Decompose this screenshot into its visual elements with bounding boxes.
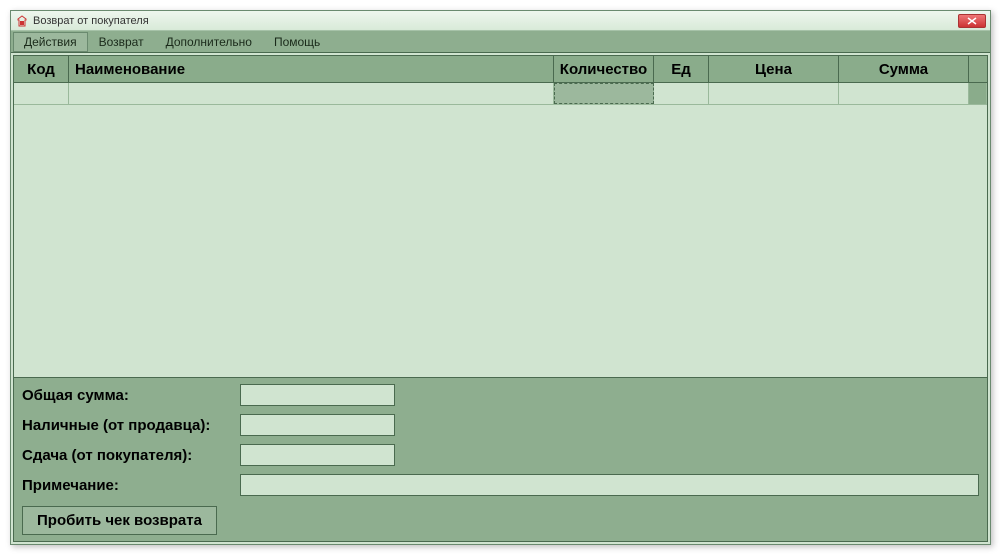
menubar: Действия Возврат Дополнительно Помощь [11, 31, 990, 53]
app-icon [15, 14, 29, 28]
input-cash[interactable] [240, 414, 395, 436]
col-header-qty[interactable]: Количество [554, 56, 654, 82]
submit-return-button[interactable]: Пробить чек возврата [22, 506, 217, 535]
menu-return[interactable]: Возврат [88, 32, 155, 52]
cell-code[interactable] [14, 83, 69, 104]
row-change: Сдача (от покупателя): [22, 444, 979, 466]
label-note: Примечание: [22, 477, 240, 494]
col-header-unit[interactable]: Ед [654, 56, 709, 82]
grid-header: Код Наименование Количество Ед Цена Сумм… [14, 56, 987, 83]
cell-sum[interactable] [839, 83, 969, 104]
titlebar: Возврат от покупателя [11, 11, 990, 31]
menu-actions[interactable]: Действия [13, 32, 88, 52]
col-header-sum[interactable]: Сумма [839, 56, 969, 82]
return-window: Возврат от покупателя Действия Возврат Д… [10, 10, 991, 545]
col-header-scroll [969, 56, 987, 82]
close-button[interactable] [958, 14, 986, 28]
col-header-name[interactable]: Наименование [69, 56, 554, 82]
input-change[interactable] [240, 444, 395, 466]
row-total: Общая сумма: [22, 384, 979, 406]
col-header-price[interactable]: Цена [709, 56, 839, 82]
row-note: Примечание: [22, 474, 979, 496]
menu-help[interactable]: Помощь [263, 32, 331, 52]
menu-extra[interactable]: Дополнительно [155, 32, 263, 52]
cell-price[interactable] [709, 83, 839, 104]
input-total[interactable] [240, 384, 395, 406]
content-area: Код Наименование Количество Ед Цена Сумм… [11, 53, 990, 544]
totals-panel: Общая сумма: Наличные (от продавца): Сда… [13, 378, 988, 542]
cell-name[interactable] [69, 83, 554, 104]
row-cash: Наличные (от продавца): [22, 414, 979, 436]
items-grid: Код Наименование Количество Ед Цена Сумм… [13, 55, 988, 378]
col-header-code[interactable]: Код [14, 56, 69, 82]
table-row[interactable] [14, 83, 987, 105]
input-note[interactable] [240, 474, 979, 496]
grid-body[interactable] [14, 83, 987, 377]
label-change: Сдача (от покупателя): [22, 447, 240, 464]
cell-qty[interactable] [554, 83, 654, 104]
label-cash: Наличные (от продавца): [22, 417, 240, 434]
cell-unit[interactable] [654, 83, 709, 104]
cell-scroll [969, 83, 987, 104]
window-title: Возврат от покупателя [33, 15, 958, 27]
label-total: Общая сумма: [22, 387, 240, 404]
